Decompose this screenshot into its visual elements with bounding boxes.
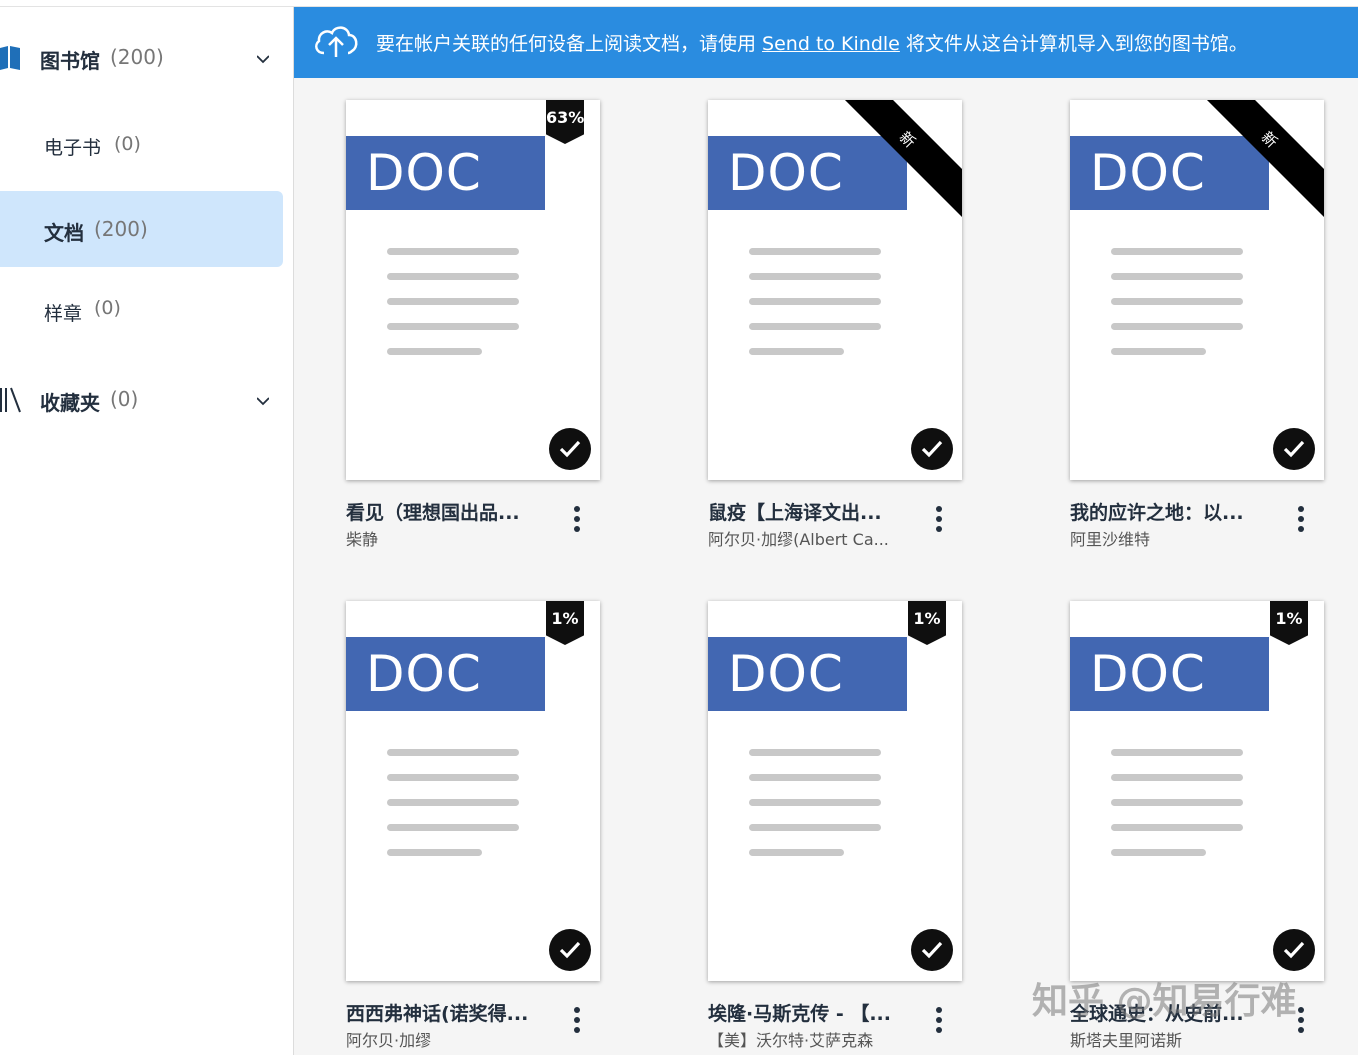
sidebar-docs-count: (200)	[94, 217, 148, 241]
doc-type-band: DOC	[1070, 637, 1269, 711]
sidebar-ebooks-label: 电子书	[44, 137, 102, 159]
document-cover[interactable]: DOC 1%	[1070, 601, 1324, 981]
document-title[interactable]: 鼠疫【上海译文出...	[708, 498, 908, 525]
banner-text-before: 要在帐户关联的任何设备上阅读文档，请使用	[376, 33, 763, 55]
document-title[interactable]: 看见（理想国出品...	[346, 498, 546, 525]
document-grid: DOC 63% 看见（理想国出品... 柴静 DOC 新 鼠疫【上海译文出...…	[294, 78, 1358, 1055]
document-cover[interactable]: DOC 新	[1070, 100, 1324, 480]
chevron-down-icon[interactable]	[257, 53, 269, 65]
sidebar-library-count: (200)	[110, 45, 164, 69]
document-author: 阿里沙维特	[1070, 530, 1151, 549]
document-author: 阿尔贝·加缪(Albert Ca...	[708, 530, 889, 549]
sidebar-samples-count: (0)	[94, 297, 121, 319]
send-to-kindle-banner: 要在帐户关联的任何设备上阅读文档，请使用 Send to Kindle 将文件从…	[294, 7, 1358, 78]
chevron-down-icon[interactable]	[257, 395, 269, 407]
more-options-icon[interactable]	[1296, 506, 1306, 536]
document-author: 柴静	[346, 530, 379, 549]
sidebar-item-library[interactable]: 图书馆 (200)	[0, 43, 293, 73]
downloaded-check-icon	[1273, 428, 1315, 470]
watermark: 知乎 @知易行难	[1032, 981, 1297, 1022]
sidebar-ebooks-count: (0)	[114, 133, 141, 155]
downloaded-check-icon	[549, 929, 591, 971]
sidebar-item-collections[interactable]: 收藏夹 (0)	[0, 385, 293, 415]
doc-type-band: DOC	[346, 136, 545, 210]
more-options-icon[interactable]	[572, 506, 582, 536]
sidebar-item-samples[interactable]: 样章 (0)	[0, 297, 283, 327]
collections-icon	[0, 387, 21, 413]
progress-badge: 1%	[546, 601, 584, 645]
sidebar-library-label: 图书馆	[40, 49, 100, 73]
banner-text-after: 将文件从这台计算机导入到您的图书馆。	[899, 33, 1248, 55]
book-icon	[0, 46, 20, 70]
doc-type-label: DOC	[366, 144, 482, 202]
document-title[interactable]: 我的应许之地：以...	[1070, 498, 1270, 525]
progress-badge: 63%	[546, 100, 584, 144]
document-author: 阿尔贝·加缪	[346, 1031, 432, 1050]
document-cover[interactable]: DOC 新	[708, 100, 962, 480]
document-cover[interactable]: DOC 1%	[346, 601, 600, 981]
document-title[interactable]: 埃隆·马斯克传 - 【...	[708, 999, 908, 1026]
doc-type-band: DOC	[708, 637, 907, 711]
sidebar-collections-label: 收藏夹	[40, 391, 100, 415]
sidebar-docs-label: 文档	[44, 221, 84, 245]
more-options-icon[interactable]	[934, 1007, 944, 1037]
send-to-kindle-link[interactable]: Send to Kindle	[762, 33, 900, 55]
document-cover[interactable]: DOC 1%	[708, 601, 962, 981]
progress-badge: 1%	[908, 601, 946, 645]
downloaded-check-icon	[911, 428, 953, 470]
doc-type-band: DOC	[346, 637, 545, 711]
downloaded-check-icon	[549, 428, 591, 470]
sidebar-item-ebooks[interactable]: 电子书 (0)	[0, 131, 283, 161]
sidebar-samples-label: 样章	[44, 303, 83, 325]
more-options-icon[interactable]	[934, 506, 944, 536]
more-options-icon[interactable]	[1296, 1007, 1306, 1037]
doc-type-band: DOC	[708, 136, 907, 210]
cloud-upload-icon	[315, 26, 358, 57]
banner-message: 要在帐户关联的任何设备上阅读文档，请使用 Send to Kindle 将文件从…	[376, 29, 1248, 56]
document-author: 斯塔夫里阿诺斯	[1070, 1031, 1183, 1050]
document-title[interactable]: 西西弗神话(诺奖得...	[346, 999, 546, 1026]
sidebar-collections-count: (0)	[110, 387, 139, 411]
progress-badge: 1%	[1270, 601, 1308, 645]
doc-type-band: DOC	[1070, 136, 1269, 210]
downloaded-check-icon	[911, 929, 953, 971]
document-cover[interactable]: DOC 63%	[346, 100, 600, 480]
top-border	[0, 0, 1358, 7]
sidebar-item-docs[interactable]: 文档 (200)	[0, 191, 283, 267]
more-options-icon[interactable]	[572, 1007, 582, 1037]
downloaded-check-icon	[1273, 929, 1315, 971]
sidebar: 图书馆 (200) 电子书 (0) 文档 (200) 样章 (0) 收藏夹 (0…	[0, 7, 294, 1055]
document-author: 【美】沃尔特·艾萨克森	[708, 1031, 874, 1050]
